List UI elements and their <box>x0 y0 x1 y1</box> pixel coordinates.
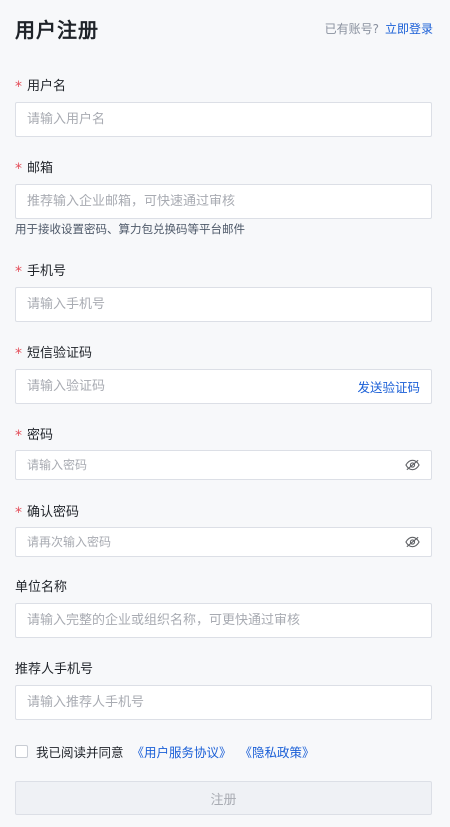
email-label: * 邮箱 <box>15 160 432 178</box>
confirm-password-field: * 确认密码 <box>15 504 432 557</box>
sms-code-input[interactable] <box>27 379 358 394</box>
organization-input-box <box>15 603 432 638</box>
phone-input[interactable] <box>27 297 420 312</box>
password-field: * 密码 <box>15 427 432 480</box>
organization-input[interactable] <box>27 613 420 628</box>
email-input-box <box>15 184 432 219</box>
page-header: 用户注册 已有账号? 立即登录 <box>15 12 433 44</box>
password-label: * 密码 <box>15 427 432 445</box>
referrer-phone-label: 推荐人手机号 <box>15 662 94 677</box>
confirm-password-input[interactable] <box>27 535 404 549</box>
password-input[interactable] <box>27 458 404 472</box>
phone-field: * 手机号 <box>15 263 432 322</box>
user-agreement-link[interactable]: 《用户服务协议》 <box>132 742 232 761</box>
privacy-policy-link[interactable]: 《隐私政策》 <box>240 742 315 761</box>
phone-input-box <box>15 287 432 322</box>
password-input-box <box>15 450 432 480</box>
agreement-checkbox[interactable] <box>15 744 28 758</box>
login-link[interactable]: 立即登录 <box>385 22 433 36</box>
referrer-phone-input-box <box>15 685 432 720</box>
username-label: * 用户名 <box>15 78 432 96</box>
username-input[interactable] <box>27 112 420 127</box>
login-hint: 已有账号? 立即登录 <box>325 20 433 37</box>
sms-code-label: * 短信验证码 <box>15 345 432 363</box>
email-label-text: 邮箱 <box>27 161 54 176</box>
confirm-password-label: * 确认密码 <box>15 504 432 522</box>
username-field: * 用户名 <box>15 78 432 137</box>
referrer-phone-field: 推荐人手机号 <box>15 661 432 720</box>
organization-field: 单位名称 <box>15 579 432 638</box>
sms-code-field: * 短信验证码 发送验证码 <box>15 345 432 404</box>
required-mark: * <box>15 79 22 95</box>
required-mark: * <box>15 346 22 362</box>
username-label-text: 用户名 <box>27 79 67 94</box>
organization-label: 单位名称 <box>15 580 68 595</box>
confirm-password-label-text: 确认密码 <box>27 505 80 520</box>
phone-label: * 手机号 <box>15 263 432 281</box>
sms-code-input-box: 发送验证码 <box>15 369 432 404</box>
phone-label-text: 手机号 <box>27 264 67 279</box>
page-title: 用户注册 <box>15 17 99 42</box>
required-mark: * <box>15 428 22 444</box>
sms-code-label-text: 短信验证码 <box>27 346 93 361</box>
agreement-row: 我已阅读并同意 《用户服务协议》 《隐私政策》 <box>15 742 315 760</box>
have-account-text: 已有账号? <box>324 21 379 36</box>
email-field: * 邮箱 用于接收设置密码、算力包兑换码等平台邮件 <box>15 160 432 236</box>
password-label-text: 密码 <box>27 428 54 443</box>
eye-off-icon[interactable] <box>404 457 420 473</box>
eye-off-icon[interactable] <box>404 534 420 550</box>
agreement-text: 我已阅读并同意 <box>36 744 124 760</box>
required-mark: * <box>15 264 22 280</box>
required-mark: * <box>15 505 22 521</box>
confirm-password-input-box <box>15 527 432 557</box>
referrer-phone-input[interactable] <box>27 695 420 710</box>
email-input[interactable] <box>27 194 420 209</box>
send-code-button[interactable]: 发送验证码 <box>357 377 420 396</box>
email-hint: 用于接收设置密码、算力包兑换码等平台邮件 <box>15 222 245 236</box>
required-mark: * <box>15 161 22 177</box>
username-input-box <box>15 102 432 137</box>
register-button[interactable]: 注册 <box>15 781 432 815</box>
